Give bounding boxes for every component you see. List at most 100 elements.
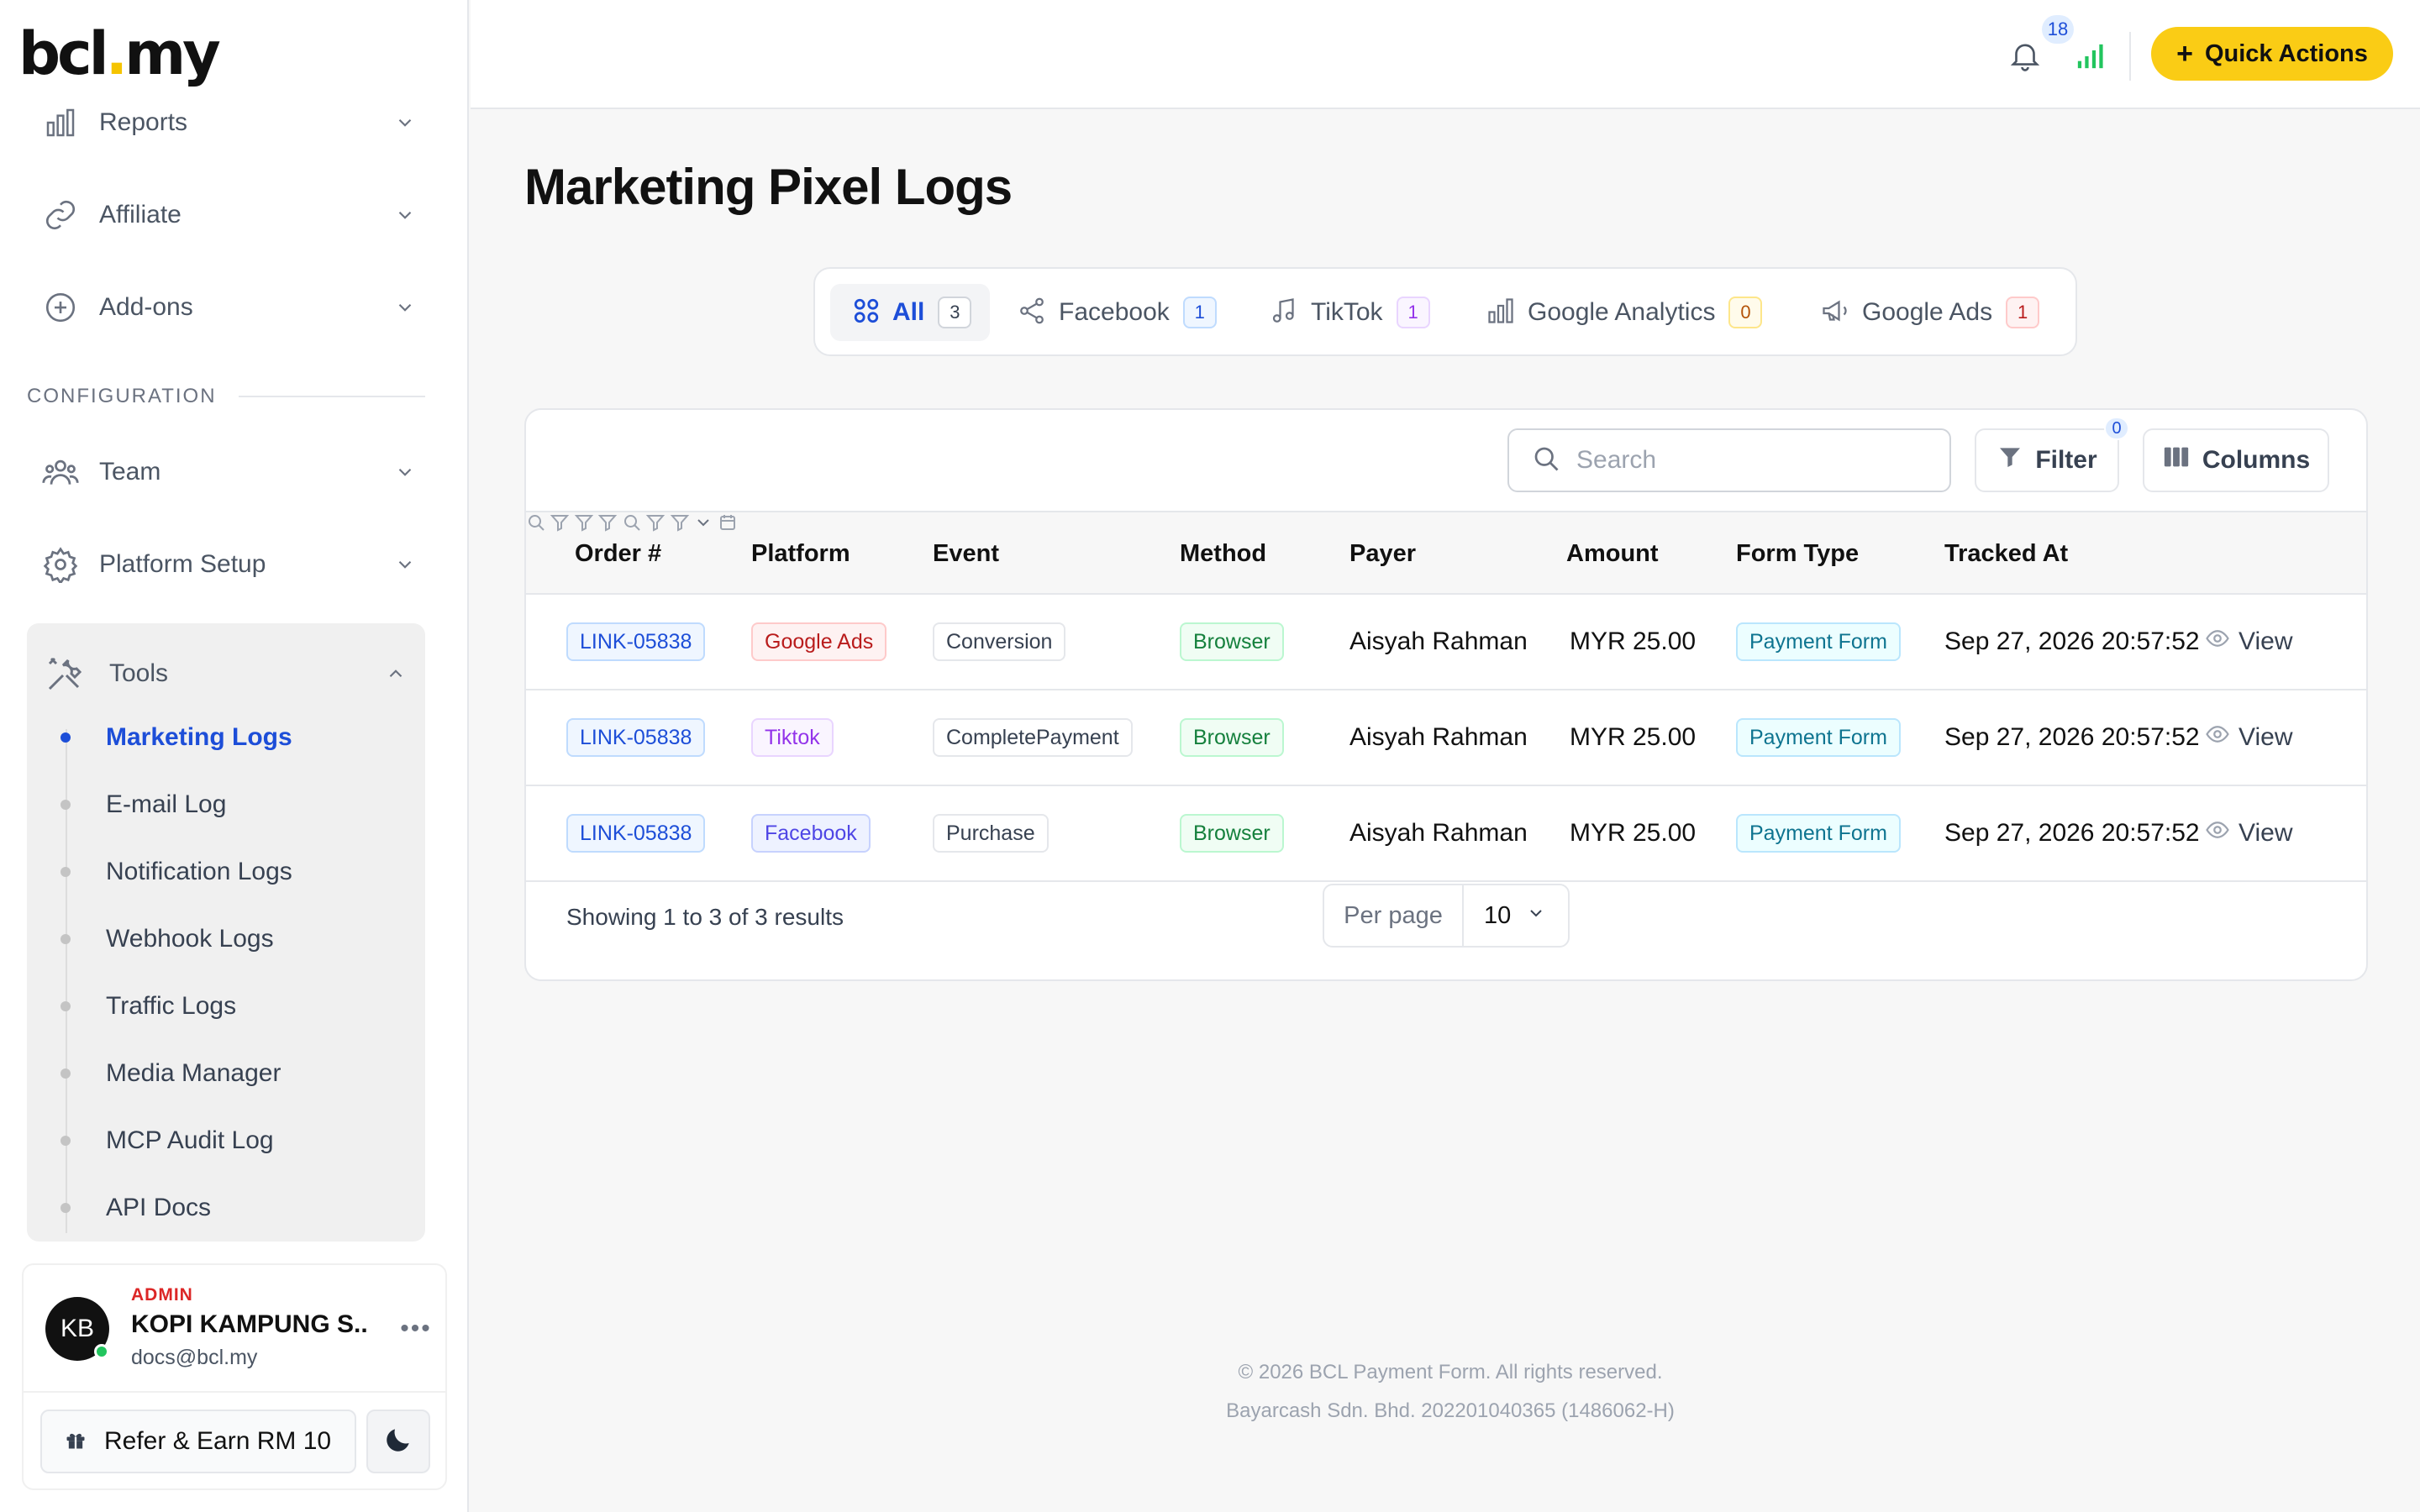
bullet-dot bbox=[60, 1203, 71, 1213]
payer-name: Aisyah Rahman bbox=[1349, 723, 1528, 751]
section-divider bbox=[238, 396, 425, 397]
sidebar-item-add-ons[interactable]: Add-ons bbox=[27, 274, 422, 341]
tab-tiktok[interactable]: TikTok 1 bbox=[1269, 284, 1445, 341]
amount-value: MYR 25.00 bbox=[1570, 627, 1697, 655]
search-input[interactable] bbox=[1576, 446, 1912, 475]
tab-label: TikTok bbox=[1311, 298, 1383, 326]
sidebar-subitem-media-manager[interactable]: Media Manager bbox=[50, 1048, 412, 1099]
order-link[interactable]: LINK-05838 bbox=[566, 622, 706, 661]
bar-chart-icon bbox=[1486, 296, 1516, 330]
footer-company: Bayarcash Sdn. Bhd. 202201040365 (148606… bbox=[1226, 1399, 1675, 1422]
sidebar-item-label: Reports bbox=[99, 108, 188, 136]
table-row: LINK-05838 Tiktok CompletePayment Browse… bbox=[526, 690, 2366, 786]
sidebar-item-label: Affiliate bbox=[99, 201, 182, 228]
tab-google-analytics[interactable]: Google Analytics 0 bbox=[1486, 284, 1797, 341]
tab-label: All bbox=[892, 298, 925, 326]
dark-mode-toggle[interactable] bbox=[366, 1410, 430, 1473]
platform-tabs: All 3 Facebook 1 TikTok 1 Google Analyti… bbox=[813, 267, 2077, 356]
calendar-icon[interactable] bbox=[718, 515, 738, 536]
order-link[interactable]: LINK-05838 bbox=[566, 718, 706, 757]
sidebar-item-platform-setup[interactable]: Platform Setup bbox=[27, 531, 422, 598]
tab-all[interactable]: All 3 bbox=[830, 284, 990, 341]
sidebar-item-affiliate[interactable]: Affiliate bbox=[27, 181, 422, 249]
chevron-down-icon[interactable] bbox=[693, 519, 713, 536]
sidebar-item-tools[interactable]: Tools bbox=[27, 640, 425, 707]
per-page-select[interactable]: 10 bbox=[1464, 902, 1568, 930]
logo-text-right: my bbox=[124, 19, 221, 88]
share-icon bbox=[1017, 296, 1047, 330]
more-options-button[interactable]: ••• bbox=[395, 1312, 437, 1346]
columns-button[interactable]: Columns bbox=[2143, 428, 2329, 492]
sidebar-subitem-marketing-logs[interactable]: Marketing Logs bbox=[50, 712, 412, 763]
column-header-label: Event bbox=[933, 539, 999, 567]
eye-icon bbox=[2205, 626, 2230, 658]
avatar-initials: KB bbox=[60, 1315, 95, 1342]
method-badge: Browser bbox=[1180, 814, 1284, 853]
chevron-down-icon bbox=[388, 198, 422, 232]
tab-label: Facebook bbox=[1059, 298, 1170, 326]
sidebar-item-reports[interactable]: Reports bbox=[27, 89, 422, 156]
amount-value: MYR 25.00 bbox=[1570, 723, 1697, 751]
view-label: View bbox=[2238, 723, 2293, 751]
subitem-label: Notification Logs bbox=[106, 858, 292, 885]
sidebar-item-label: Team bbox=[99, 458, 161, 486]
quick-actions-label: Quick Actions bbox=[2204, 39, 2368, 67]
music-note-icon bbox=[1269, 296, 1299, 330]
sidebar-subitem-email-log[interactable]: E-mail Log bbox=[50, 780, 412, 830]
chevron-down-icon bbox=[388, 548, 422, 581]
sidebar-subitem-mcp-audit-log[interactable]: MCP Audit Log bbox=[50, 1116, 412, 1166]
payer-name: Aisyah Rahman bbox=[1349, 819, 1528, 847]
moon-icon bbox=[382, 1424, 414, 1460]
view-button[interactable]: View bbox=[2205, 595, 2292, 689]
tracked-at-value: Sep 27, 2026 20:57:52 bbox=[1944, 723, 2200, 751]
sidebar-subitem-webhook-logs[interactable]: Webhook Logs bbox=[50, 914, 412, 964]
logs-table-panel: Filter 0 Columns Order # Platform Event … bbox=[524, 408, 2368, 981]
tab-count-badge: 3 bbox=[938, 297, 972, 328]
column-header-label: Form Type bbox=[1736, 539, 1860, 567]
bullet-dot bbox=[60, 732, 71, 743]
funnel-icon bbox=[1996, 444, 2023, 477]
chevron-up-icon bbox=[366, 663, 425, 685]
columns-label: Columns bbox=[2202, 446, 2311, 474]
event-badge: Purchase bbox=[933, 814, 1049, 853]
sidebar-item-team[interactable]: Team bbox=[27, 438, 422, 506]
filter-label: Filter bbox=[2035, 446, 2097, 474]
column-header-tracked-at[interactable]: Tracked At bbox=[1944, 512, 2068, 595]
column-header-label: Method bbox=[1180, 539, 1267, 567]
refer-label: Refer & Earn RM 10 bbox=[104, 1427, 332, 1455]
filter-column-icon[interactable] bbox=[670, 515, 690, 536]
tab-count-badge: 1 bbox=[1396, 297, 1430, 328]
user-role-badge: ADMIN bbox=[131, 1285, 193, 1305]
megaphone-icon bbox=[1820, 296, 1850, 330]
sidebar-subitem-api-docs[interactable]: API Docs bbox=[50, 1183, 412, 1233]
filter-column-icon[interactable] bbox=[550, 515, 570, 536]
column-header-label: Amount bbox=[1566, 539, 1659, 567]
section-label-configuration: CONFIGURATION bbox=[27, 385, 425, 408]
per-page-selector: Per page 10 bbox=[1323, 884, 1570, 948]
view-button[interactable]: View bbox=[2205, 786, 2292, 880]
column-header-form-type: Form Type bbox=[1736, 512, 1859, 595]
notifications-button[interactable] bbox=[2000, 32, 2050, 82]
avatar[interactable]: KB bbox=[45, 1297, 109, 1361]
table-row: LINK-05838 Google Ads Conversion Browser… bbox=[526, 595, 2366, 690]
bar-chart-icon bbox=[27, 106, 94, 139]
order-link[interactable]: LINK-05838 bbox=[566, 814, 706, 853]
refer-and-earn-button[interactable]: Refer & Earn RM 10 bbox=[40, 1410, 356, 1473]
quick-actions-button[interactable]: + Quick Actions bbox=[2151, 27, 2393, 81]
method-badge: Browser bbox=[1180, 622, 1284, 661]
view-button[interactable]: View bbox=[2205, 690, 2292, 785]
user-card: KB ADMIN KOPI KAMPUNG S... docs@bcl.my •… bbox=[22, 1263, 447, 1490]
brand-logo[interactable]: bcl. my bbox=[18, 18, 221, 89]
subitem-label: Traffic Logs bbox=[106, 992, 237, 1020]
tab-facebook[interactable]: Facebook 1 bbox=[1017, 284, 1235, 341]
bullet-dot bbox=[60, 867, 71, 877]
per-page-value: 10 bbox=[1484, 901, 1512, 929]
search-column-icon[interactable] bbox=[526, 515, 546, 536]
sidebar-subitem-traffic-logs[interactable]: Traffic Logs bbox=[50, 981, 412, 1032]
bullet-dot bbox=[60, 1136, 71, 1146]
user-name: KOPI KAMPUNG S... bbox=[131, 1310, 366, 1338]
tab-label: Google Analytics bbox=[1528, 298, 1716, 326]
sidebar-subitem-notification-logs[interactable]: Notification Logs bbox=[50, 847, 412, 897]
tab-google-ads[interactable]: Google Ads 1 bbox=[1820, 284, 2064, 341]
filter-button[interactable]: Filter bbox=[1975, 428, 2119, 492]
